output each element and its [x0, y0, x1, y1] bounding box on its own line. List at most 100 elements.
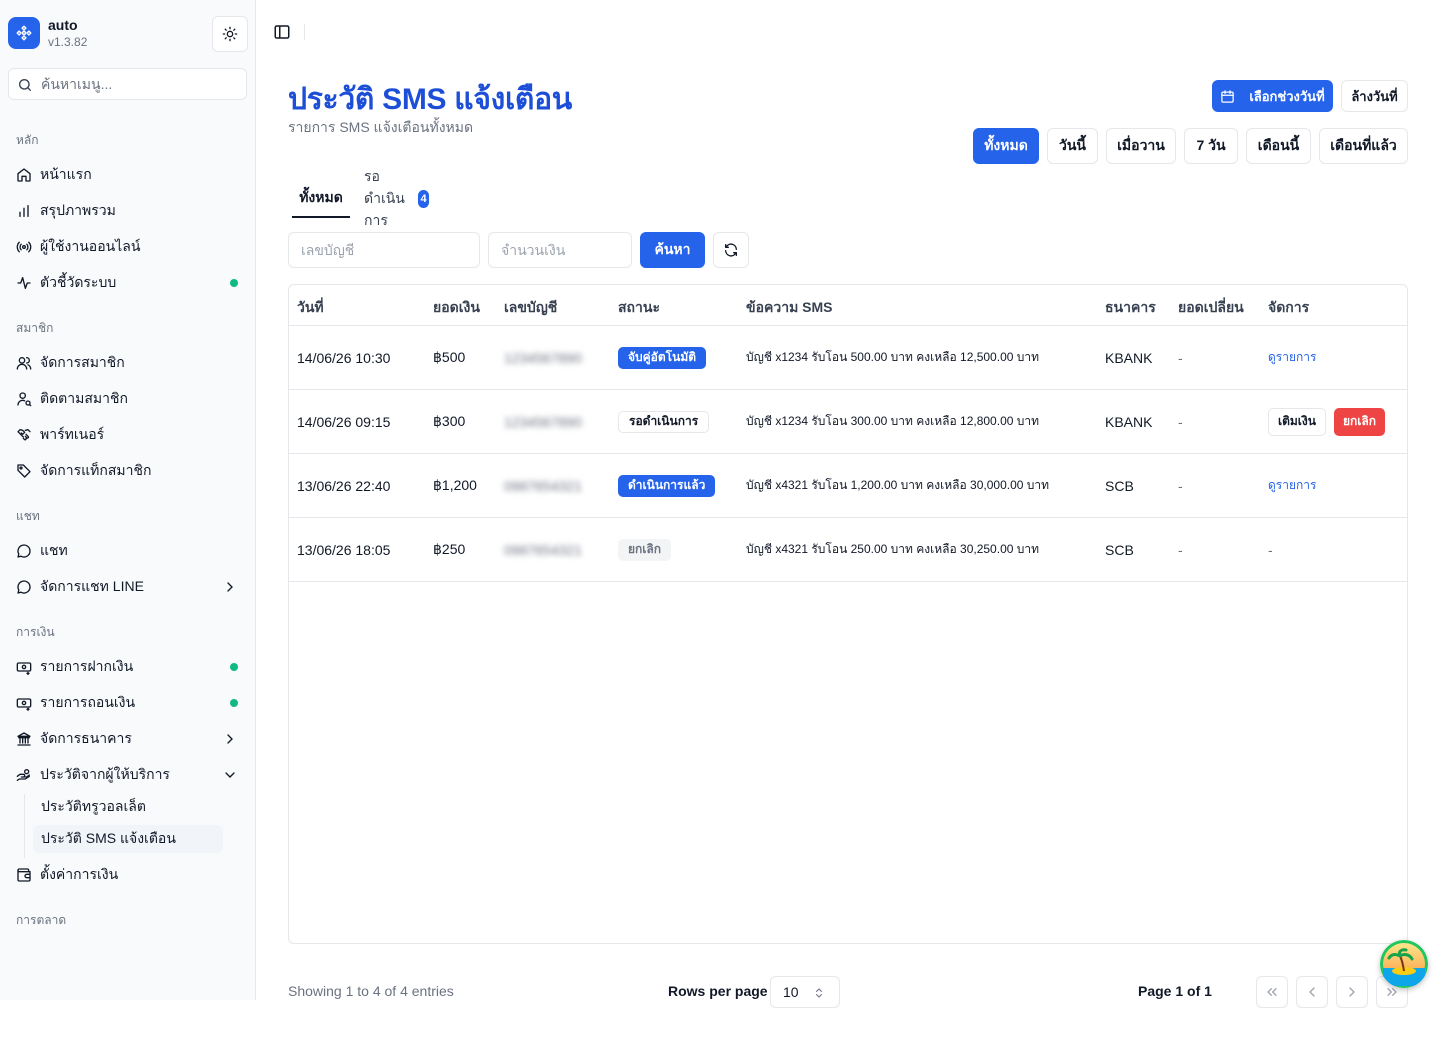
table-row[interactable]: 14/06/26 09:15 ฿300 1234567890 รอดำเนินก… [289, 390, 1407, 454]
tab-pending-label: รอดำเนินการ [364, 168, 405, 228]
sidebar-subitem-sms-history[interactable]: ประวัติ SMS แจ้งเตือน [33, 825, 223, 853]
cell-actions: ดูรายการ [1268, 454, 1316, 517]
column-header-date: วันที่ [297, 299, 324, 315]
table-row[interactable]: 14/06/26 10:30 ฿500 1234567890 จับคู่อัต… [289, 326, 1407, 390]
date-range-picker-button[interactable]: เลือกช่วงวันที่ [1212, 80, 1333, 112]
menu-search[interactable] [8, 68, 247, 100]
previous-page-button[interactable] [1296, 976, 1328, 1008]
amount-field[interactable] [488, 232, 632, 268]
next-page-button[interactable] [1336, 976, 1368, 1008]
cell-amount: ฿1,200 [433, 477, 477, 493]
sidebar-item-overview[interactable]: สรุปภาพรวม [8, 195, 248, 227]
range-today-button[interactable]: วันนี้ [1047, 128, 1098, 164]
tab-all[interactable]: ทั้งหมด [292, 180, 350, 218]
tab-all-label: ทั้งหมด [299, 189, 343, 205]
range-yesterday-button[interactable]: เมื่อวาน [1106, 128, 1176, 164]
cell-account: 0987654321 [504, 477, 582, 494]
cell-bank: KBANK [1105, 413, 1153, 430]
group-label-main: หลัก [16, 133, 39, 147]
sidebar-subitem-truewallet-history[interactable]: ประวัติทรูวอลเล็ต [33, 793, 223, 821]
group-label-chat: แชท [16, 509, 40, 523]
sidebar-item-label: รายการถอนเงิน [40, 694, 136, 710]
column-header-status: สถานะ [618, 299, 660, 315]
cell-sms: บัญชี x4321 รับโอน 1,200.00 บาท คงเหลือ … [746, 478, 1050, 492]
floating-avatar[interactable] [1380, 940, 1428, 988]
sidebar-item-chat[interactable]: แชท [8, 535, 248, 567]
range-all-button[interactable]: ทั้งหมด [973, 128, 1039, 164]
sidebar-item-deposits[interactable]: รายการฝากเงิน [8, 651, 248, 683]
cell-change: - [1178, 541, 1183, 558]
sidebar-item-label: ติดตามสมาชิก [40, 390, 128, 406]
activity-icon [16, 275, 32, 291]
column-header-account: เลขบัญชี [504, 299, 558, 315]
sidebar-item-label: แชท [40, 542, 68, 558]
sidebar-item-line-chat[interactable]: จัดการแชท LINE [8, 571, 248, 603]
date-range-picker-label: เลือกช่วงวันที่ [1249, 88, 1325, 104]
cell-status: รอดำเนินการ [618, 390, 710, 453]
amount-input[interactable] [489, 233, 631, 267]
sidebar-item-label: สรุปภาพรวม [40, 202, 116, 218]
group-label-finance: การเงิน [16, 625, 55, 639]
table-header: วันที่ ยอดเงิน เลขบัญชี สถานะ ข้อความ SM… [289, 285, 1407, 326]
status-badge: ดำเนินการแล้ว [618, 474, 716, 497]
sidebar-item-partners[interactable]: พาร์ทเนอร์ [8, 419, 248, 451]
cell-sms: บัญชี x1234 รับโอน 300.00 บาท คงเหลือ 12… [746, 414, 1040, 428]
app-name: auto [48, 17, 78, 33]
sidebar-item-provider-history[interactable]: ประวัติจากผู้ให้บริการ [8, 759, 248, 791]
sidebar-item-finance-settings[interactable]: ตั้งค่าการเงิน [8, 859, 248, 891]
status-dot [230, 663, 238, 671]
sidebar-item-label: จัดการสมาชิก [40, 354, 125, 370]
cell-actions: - [1268, 541, 1273, 558]
sidebar-item-banks[interactable]: จัดการธนาคาร [8, 723, 248, 755]
rows-per-page-select[interactable]: 10 [770, 976, 840, 1008]
sidebar-item-label: ประวัติ SMS แจ้งเตือน [41, 830, 176, 846]
bank-icon [16, 731, 32, 747]
status-dot [230, 699, 238, 707]
refresh-button[interactable] [713, 232, 749, 268]
search-icon [17, 77, 33, 93]
hand-coins-icon [16, 767, 32, 783]
sidebar-item-label: หน้าแรก [40, 166, 92, 182]
range-last-month-button[interactable]: เดือนที่แล้ว [1319, 128, 1408, 164]
topup-button[interactable]: เติมเงิน [1268, 407, 1326, 436]
submenu-line [24, 794, 25, 858]
first-page-button[interactable] [1256, 976, 1288, 1008]
cell-sms: บัญชี x4321 รับโอน 250.00 บาท คงเหลือ 30… [746, 542, 1040, 556]
menu-search-input[interactable] [41, 69, 241, 99]
view-transaction-link[interactable]: ดูรายการ [1268, 348, 1316, 367]
account-number-input[interactable] [289, 233, 479, 267]
account-number-field[interactable] [288, 232, 480, 268]
clear-date-button[interactable]: ล้างวันที่ [1341, 80, 1408, 112]
table-row[interactable]: 13/06/26 18:05 ฿250 0987654321 ยกเลิก บั… [289, 518, 1407, 582]
sidebar-item-member-tags[interactable]: จัดการแท็กสมาชิก [8, 455, 248, 487]
handshake-icon [16, 427, 32, 443]
column-header-sms: ข้อความ SMS [746, 299, 833, 315]
sms-table: วันที่ ยอดเงิน เลขบัญชี สถานะ ข้อความ SM… [288, 284, 1408, 944]
chevron-down-icon [222, 767, 238, 783]
cell-amount: ฿300 [433, 413, 466, 429]
sidebar-item-manage-members[interactable]: จัดการสมาชิก [8, 347, 248, 379]
sidebar-toggle-button[interactable] [272, 22, 292, 42]
sidebar-item-track-members[interactable]: ติดตามสมาชิก [8, 383, 248, 415]
status-badge: จับคู่อัตโนมัติ [618, 346, 707, 369]
sidebar-item-home[interactable]: หน้าแรก [8, 159, 248, 191]
tab-pending[interactable]: รอดำเนินการ 4 [364, 168, 429, 228]
sidebar-item-online-users[interactable]: ผู้ใช้งานออนไลน์ [8, 231, 248, 263]
sidebar-item-label: ผู้ใช้งานออนไลน์ [40, 238, 141, 254]
range-this-month-button[interactable]: เดือนนี้ [1246, 128, 1311, 164]
cell-actions: เติมเงิน ยกเลิก [1268, 390, 1393, 453]
view-transaction-link[interactable]: ดูรายการ [1268, 476, 1316, 495]
sidebar-item-system-metrics[interactable]: ตัวชี้วัดระบบ [8, 267, 248, 299]
column-header-change: ยอดเปลี่ยน [1178, 299, 1244, 315]
cancel-button[interactable]: ยกเลิก [1333, 407, 1385, 436]
home-icon [16, 167, 32, 183]
theme-toggle-button[interactable] [212, 16, 248, 52]
table-row[interactable]: 13/06/26 22:40 ฿1,200 0987654321 ดำเนินก… [289, 454, 1407, 518]
range-7days-button[interactable]: 7 วัน [1184, 128, 1238, 164]
cell-date: 14/06/26 10:30 [297, 349, 391, 366]
search-button[interactable]: ค้นหา [640, 232, 705, 268]
sidebar-item-label: ตัวชี้วัดระบบ [40, 274, 117, 290]
cell-bank: KBANK [1105, 349, 1153, 366]
cell-sms: บัญชี x1234 รับโอน 500.00 บาท คงเหลือ 12… [746, 350, 1040, 364]
sidebar-item-withdrawals[interactable]: รายการถอนเงิน [8, 687, 248, 719]
